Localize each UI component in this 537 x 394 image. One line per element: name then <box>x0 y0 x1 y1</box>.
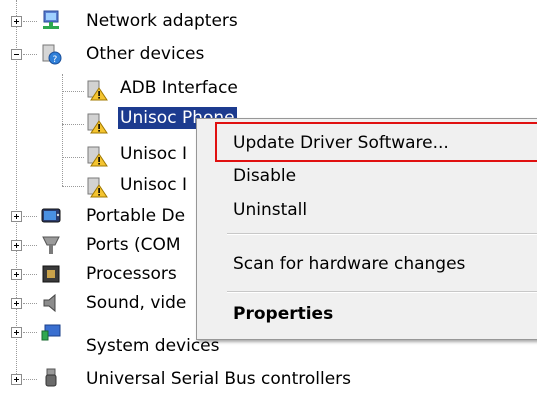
expand-button[interactable] <box>11 374 22 385</box>
menu-separator <box>227 233 537 235</box>
portable-device-icon <box>41 208 61 223</box>
menu-separator <box>227 291 537 293</box>
context-menu: Update Driver Software... Disable Uninst… <box>196 118 537 340</box>
warning-device-icon <box>87 113 108 134</box>
menu-item-update-driver[interactable]: Update Driver Software... <box>233 132 449 154</box>
tree-item-label[interactable]: Network adapters <box>84 10 240 32</box>
tree-connector <box>23 54 37 56</box>
warning-device-icon <box>87 80 108 101</box>
expand-button[interactable] <box>11 16 22 27</box>
menu-item-uninstall[interactable]: Uninstall <box>233 199 307 221</box>
expand-button[interactable] <box>11 240 22 251</box>
tree-connector <box>62 91 84 93</box>
port-icon <box>42 236 60 254</box>
tree-item-label[interactable]: Unisoc I <box>118 143 189 165</box>
network-adapter-icon <box>43 10 59 29</box>
expand-button[interactable] <box>11 298 22 309</box>
tree-item-label[interactable]: Portable De <box>84 205 187 227</box>
tree-item-label[interactable]: Other devices <box>84 43 206 65</box>
tree-item-label[interactable]: Processors <box>84 263 179 285</box>
tree-connector <box>23 379 37 381</box>
tree-connector <box>23 245 37 247</box>
expand-button[interactable] <box>11 211 22 222</box>
menu-item-properties[interactable]: Properties <box>233 303 333 325</box>
expand-button[interactable] <box>11 327 22 338</box>
tree-connector <box>62 186 84 188</box>
menu-item-disable[interactable]: Disable <box>233 165 296 187</box>
tree-connector <box>23 332 37 334</box>
collapse-button[interactable] <box>11 49 22 60</box>
tree-item-label[interactable]: Ports (COM <box>84 234 183 256</box>
processor-icon <box>42 265 60 283</box>
tree-connector <box>23 303 37 305</box>
system-device-icon <box>41 324 61 341</box>
tree-item-label[interactable]: Universal Serial Bus controllers <box>84 368 353 390</box>
tree-item-label[interactable]: ADB Interface <box>118 77 240 99</box>
tree-connector <box>23 216 37 218</box>
warning-device-icon <box>87 146 108 167</box>
tree-connector <box>62 157 84 159</box>
tree-item-label[interactable]: Unisoc I <box>118 174 189 196</box>
menu-item-scan[interactable]: Scan for hardware changes <box>233 253 465 275</box>
tree-connector <box>62 124 84 126</box>
expand-button[interactable] <box>11 269 22 280</box>
tree-connector <box>23 21 37 23</box>
svg-text:?: ? <box>53 55 58 65</box>
unknown-device-icon: ? <box>42 44 62 65</box>
tree-item-label[interactable]: Sound, vide <box>84 292 188 314</box>
usb-icon <box>45 368 57 387</box>
speaker-icon <box>43 293 56 313</box>
tree-connector <box>23 274 37 276</box>
warning-device-icon <box>87 177 108 198</box>
